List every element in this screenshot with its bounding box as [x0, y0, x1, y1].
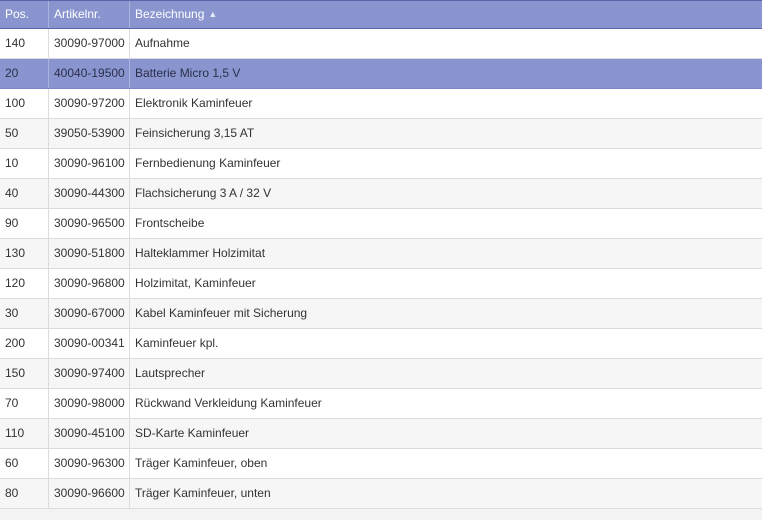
table-row[interactable]: 20 40040-19500 Batterie Micro 1,5 V: [0, 59, 762, 89]
cell-pos: 110: [0, 419, 49, 448]
cell-bezeichnung: SD-Karte Kaminfeuer: [135, 426, 250, 440]
cell-pos: 60: [0, 449, 49, 478]
cell-artikelnr: 30090-97000: [49, 29, 130, 58]
cell-pos: 140: [0, 29, 49, 58]
cell-pos: 40: [0, 179, 49, 208]
cell-bezeichnung: Batterie Micro 1,5 V: [135, 66, 241, 80]
cell-bezeichnung: Kaminfeuer kpl.: [135, 336, 219, 350]
cell-pos: 90: [0, 209, 49, 238]
cell-artikelnr: 30090-98000: [49, 389, 130, 418]
cell-pos: 10: [0, 149, 49, 178]
cell-pos: 120: [0, 269, 49, 298]
cell-artikelnr: 30090-67000: [49, 299, 130, 328]
table-row[interactable]: 70 30090-98000 Rückwand Verkleidung Kaminf…: [0, 389, 762, 419]
table-row[interactable]: 110 30090-45100 SD-Karte Kaminfeuer: [0, 419, 762, 449]
cell-pos: 30: [0, 299, 49, 328]
cell-bezeichnung: Frontscheibe: [135, 216, 205, 230]
table-row[interactable]: 120 30090-96800 Holzimitat, Kaminfeuer: [0, 269, 762, 299]
table-row[interactable]: 130 30090-51800 Halteklammer Holzimitat: [0, 239, 762, 269]
cell-artikelnr: 30090-00341: [49, 329, 130, 358]
cell-bezeichnung: Fernbedienung Kaminfeuer: [135, 156, 281, 170]
cell-pos: 20: [0, 59, 49, 88]
cell-artikelnr: 30090-96500: [49, 209, 130, 238]
cell-pos: 100: [0, 89, 49, 118]
cell-artikelnr: 39050-53900: [49, 119, 130, 148]
table-row[interactable]: 200 30090-00341 Kaminfeuer kpl.: [0, 329, 762, 359]
table-row[interactable]: 40 30090-44300 Flachsicherung 3 A / 32 V: [0, 179, 762, 209]
table-row[interactable]: 150 30090-97400 Lautsprecher: [0, 359, 762, 389]
cell-pos: 200: [0, 329, 49, 358]
cell-bezeichnung: Kabel Kaminfeuer mit Sicherung: [135, 306, 308, 320]
cell-artikelnr: 30090-96300: [49, 449, 130, 478]
cell-bezeichnung: Flachsicherung 3 A / 32 V: [135, 186, 272, 200]
table-row[interactable]: 100 30090-97200 Elektronik Kaminfeuer: [0, 89, 762, 119]
cell-bezeichnung: Feinsicherung 3,15 AT: [135, 126, 255, 140]
sort-ascending-icon: ▲: [208, 9, 218, 19]
table-row[interactable]: 90 30090-96500 Frontscheibe: [0, 209, 762, 239]
cell-artikelnr: 40040-19500: [49, 59, 130, 88]
column-header-bezeichnung[interactable]: Bezeichnung ▲: [130, 1, 762, 28]
cell-artikelnr: 30090-96600: [49, 479, 130, 508]
table-row[interactable]: 50 39050-53900 Feinsicherung 3,15 AT: [0, 119, 762, 149]
cell-artikelnr: 30090-96100: [49, 149, 130, 178]
cell-artikelnr: 30090-97200: [49, 89, 130, 118]
cell-bezeichnung: Träger Kaminfeuer, unten: [135, 486, 271, 500]
cell-bezeichnung: Holzimitat, Kaminfeuer: [135, 276, 256, 290]
table-row[interactable]: 140 30090-97000 Aufnahme: [0, 29, 762, 59]
cell-artikelnr: 30090-51800: [49, 239, 130, 268]
cell-artikelnr: 30090-97400: [49, 359, 130, 388]
cell-pos: 130: [0, 239, 49, 268]
column-header-label: Pos.: [5, 7, 30, 21]
table-row[interactable]: 60 30090-96300 Träger Kaminfeuer, oben: [0, 449, 762, 479]
cell-bezeichnung: Aufnahme: [135, 36, 190, 50]
column-header-label: Artikelnr.: [54, 7, 101, 21]
cell-pos: 150: [0, 359, 49, 388]
table-row[interactable]: 30 30090-67000 Kabel Kaminfeuer mit Sicher…: [0, 299, 762, 329]
cell-pos: 80: [0, 479, 49, 508]
cell-pos: 50: [0, 119, 49, 148]
cell-bezeichnung: Lautsprecher: [135, 366, 206, 380]
column-header-label: Bezeichnung: [135, 7, 205, 21]
column-header-pos[interactable]: Pos.: [0, 1, 49, 28]
parts-grid: Pos. Artikelnr. Bezeichnung ▲ 140 30090-97…: [0, 0, 762, 520]
column-header-artikelnr[interactable]: Artikelnr.: [49, 1, 130, 28]
grid-header: Pos. Artikelnr. Bezeichnung ▲: [0, 0, 762, 29]
cell-bezeichnung: Elektronik Kaminfeuer: [135, 96, 253, 110]
grid-body: 140 30090-97000 Aufnahme 20 40040-19500 Batte…: [0, 29, 762, 509]
cell-artikelnr: 30090-44300: [49, 179, 130, 208]
cell-bezeichnung: Rückwand Verkleidung Kaminfeuer: [135, 396, 322, 410]
cell-pos: 70: [0, 389, 49, 418]
cell-bezeichnung: Träger Kaminfeuer, oben: [135, 456, 268, 470]
cell-artikelnr: 30090-45100: [49, 419, 130, 448]
cell-artikelnr: 30090-96800: [49, 269, 130, 298]
table-row[interactable]: 80 30090-96600 Träger Kaminfeuer, unten: [0, 479, 762, 509]
cell-bezeichnung: Halteklammer Holzimitat: [135, 246, 266, 260]
table-row[interactable]: 10 30090-96100 Fernbedienung Kaminfeuer: [0, 149, 762, 179]
